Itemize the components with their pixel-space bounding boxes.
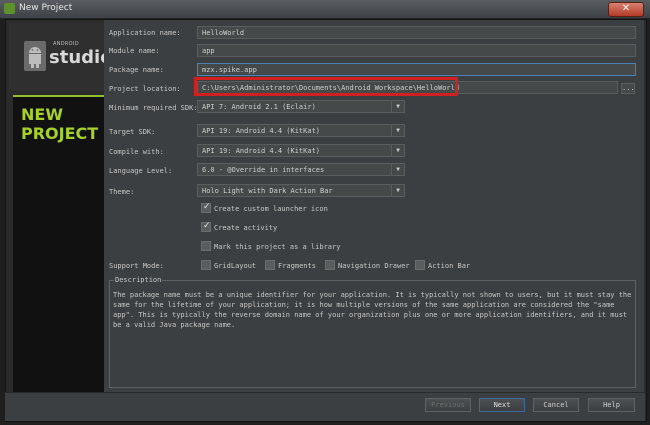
launcher-icon-checkbox[interactable] [201, 202, 211, 213]
android-robot-icon [24, 41, 46, 71]
compile-with-label: Compile with: [109, 148, 164, 156]
chevron-down-icon[interactable]: ▼ [391, 125, 404, 136]
navigation-drawer-label: Navigation Drawer [338, 262, 410, 270]
theme-value: Holo Light with Dark Action Bar [202, 187, 333, 195]
action-bar-label: Action Bar [428, 262, 471, 270]
min-sdk-select[interactable]: API 7: Android 2.1 (Eclair) ▼ [197, 100, 405, 113]
fragments-label: Fragments [278, 262, 316, 270]
window-title: New Project [19, 3, 73, 13]
target-sdk-value: API 19: Android 4.4 (KitKat) [202, 127, 321, 135]
project-location-label: Project location: [109, 85, 181, 93]
min-sdk-label: Minimum required SDK: [109, 104, 198, 112]
language-level-select[interactable]: 6.0 - @Override in interfaces ▼ [197, 163, 405, 176]
activity-label: Create activity [214, 224, 278, 232]
package-name-label: Package name: [109, 66, 164, 74]
module-name-label: Module name: [109, 47, 160, 55]
chevron-down-icon[interactable]: ▼ [391, 185, 404, 196]
browse-button[interactable]: ... [621, 83, 635, 94]
description-legend: Description [114, 276, 163, 284]
launcher-icon-label: Create custom launcher icon [214, 205, 328, 213]
chevron-down-icon[interactable]: ▼ [391, 101, 404, 112]
chevron-down-icon[interactable]: ▼ [391, 164, 404, 175]
library-checkbox[interactable] [201, 241, 211, 251]
language-level-value: 6.0 - @Override in interfaces [202, 166, 325, 174]
android-studio-icon [4, 3, 15, 14]
application-name-input[interactable]: HelloWorld [197, 26, 636, 39]
description-text: The package name must be a unique identi… [113, 291, 632, 329]
language-level-label: Language Level: [109, 167, 173, 175]
banner-line-1: NEW [21, 105, 63, 124]
fragments-checkbox[interactable] [265, 260, 275, 270]
action-bar-checkbox[interactable] [415, 260, 425, 270]
previous-button[interactable]: Previous [425, 398, 471, 412]
help-button[interactable]: Help [588, 398, 635, 412]
android-studio-logo: ANDROID studio [9, 23, 113, 91]
theme-select[interactable]: Holo Light with Dark Action Bar ▼ [197, 184, 405, 197]
target-sdk-select[interactable]: API 19: Android 4.4 (KitKat) ▼ [197, 124, 405, 137]
banner-title: NEW PROJECT [21, 105, 98, 143]
banner-line-2: PROJECT [21, 124, 99, 143]
activity-checkbox[interactable] [201, 221, 211, 232]
package-name-input[interactable]: mzx.spike.app [197, 63, 636, 76]
highlight-box [194, 77, 458, 96]
cancel-button[interactable]: Cancel [533, 398, 579, 412]
new-project-banner: NEW PROJECT [13, 95, 106, 393]
theme-label: Theme: [109, 188, 135, 196]
chevron-down-icon[interactable]: ▼ [391, 145, 404, 156]
compile-with-select[interactable]: API 19: Android 4.4 (KitKat) ▼ [197, 144, 405, 157]
gridlayout-label: GridLayout [214, 262, 257, 270]
description-box: Description The package name must be a u… [109, 276, 636, 388]
application-name-label: Application name: [109, 29, 181, 37]
library-label: Mark this project as a library [214, 243, 341, 251]
module-name-input[interactable]: app [197, 44, 636, 57]
gridlayout-checkbox[interactable] [201, 260, 211, 270]
navigation-drawer-checkbox[interactable] [325, 260, 335, 270]
next-button[interactable]: Next [479, 398, 525, 412]
title-bar: New Project ✕ [0, 0, 650, 19]
support-mode-label: Support Mode: [109, 262, 164, 270]
compile-with-value: API 19: Android 4.4 (KitKat) [202, 147, 321, 155]
min-sdk-value: API 7: Android 2.1 (Eclair) [202, 103, 316, 111]
target-sdk-label: Target SDK: [109, 128, 156, 136]
close-button[interactable]: ✕ [608, 2, 644, 17]
